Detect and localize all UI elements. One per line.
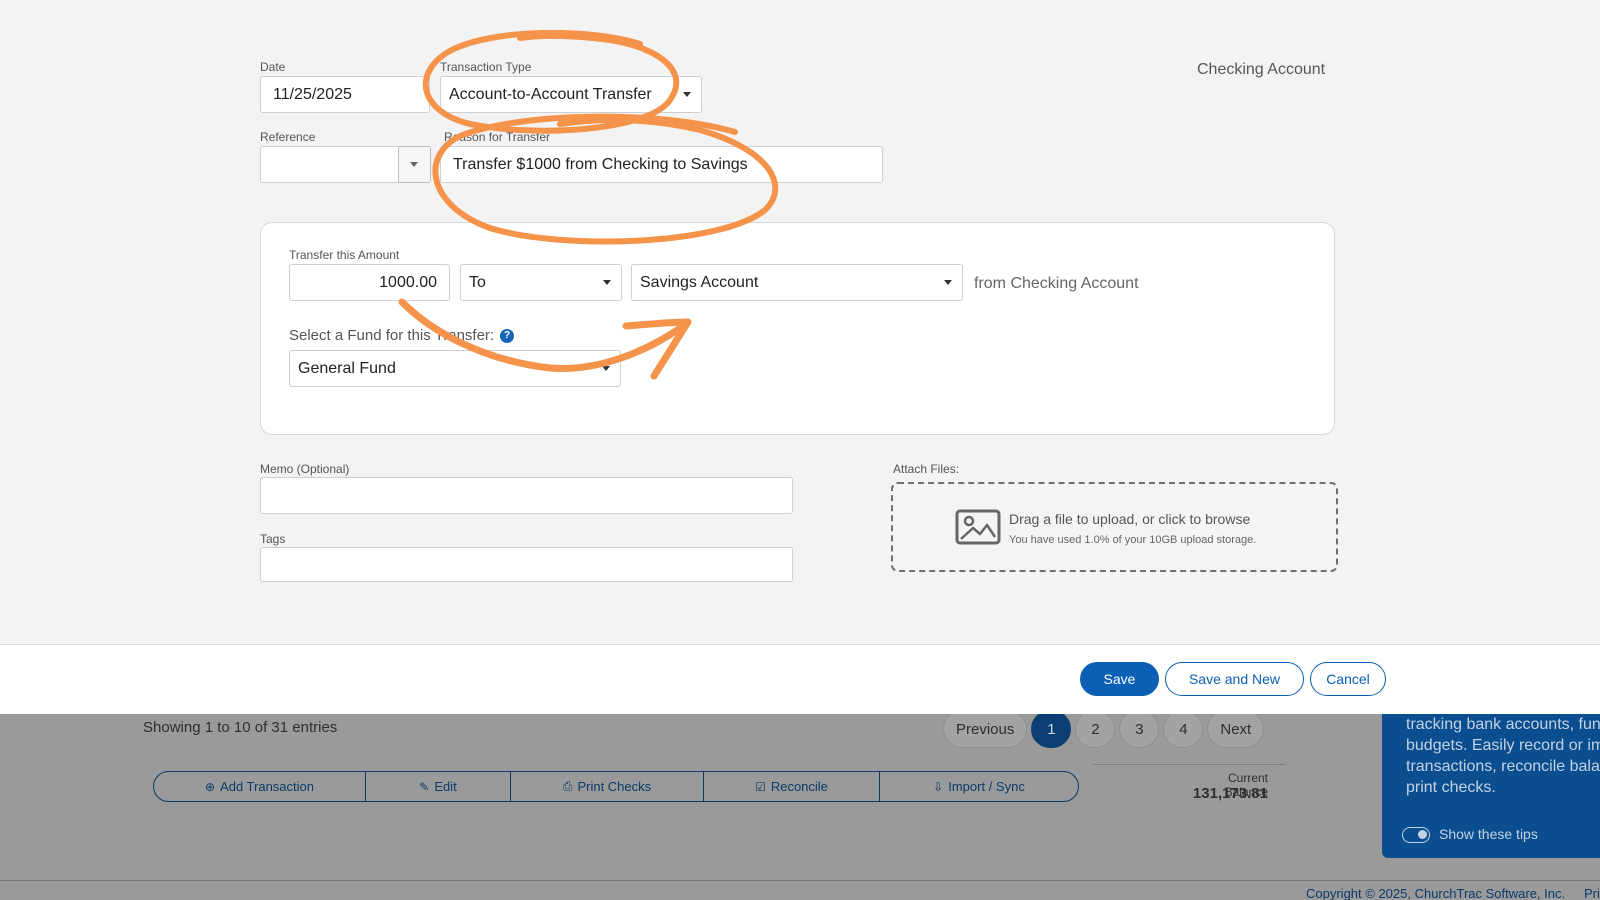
destination-account-select[interactable]: Savings Account (631, 264, 963, 301)
tips-panel: tracking bank accounts, fun budgets. Eas… (1382, 700, 1600, 858)
current-balance-value: 131,173.81 (1192, 785, 1268, 802)
chevron-down-icon (410, 161, 418, 167)
dropzone-storage-text: You have used 1.0% of your 10GB upload s… (1009, 534, 1257, 546)
help-icon[interactable]: ? (500, 328, 515, 343)
save-button[interactable]: Save (1080, 662, 1159, 696)
transaction-type-select[interactable]: Account-to-Account Transfer (440, 76, 702, 113)
chevron-down-icon (944, 279, 952, 285)
destination-account-value: Savings Account (640, 273, 759, 291)
entries-info: Showing 1 to 10 of 31 entries (143, 719, 338, 736)
print-checks-button[interactable]: ⎙ Print Checks (511, 772, 704, 801)
import-icon: ⇩ (933, 779, 944, 794)
fund-prompt: Select a Fund for this Transfer: ? (289, 327, 515, 344)
import-sync-label: Import / Sync (948, 779, 1025, 794)
transfer-amount-input[interactable]: 1000.00 (289, 264, 450, 301)
reference-dropdown-button[interactable] (398, 146, 431, 183)
add-transaction-label: Add Transaction (220, 779, 314, 794)
reference-label: Reference (260, 130, 316, 144)
reference-input[interactable] (260, 146, 399, 183)
transaction-actions-bar: ⊕ Add Transaction ✎ Edit ⎙ Print Checks … (153, 771, 1079, 802)
add-transaction-button[interactable]: ⊕ Add Transaction (154, 772, 366, 801)
chevron-down-icon (603, 279, 611, 285)
print-checks-label: Print Checks (577, 779, 652, 794)
transfer-amount-label: Transfer this Amount (289, 248, 400, 262)
toggle-switch-icon[interactable] (1402, 826, 1430, 843)
dropzone-main-text: Drag a file to upload, or click to brows… (1009, 511, 1251, 527)
edit-label: Edit (434, 779, 457, 794)
save-and-new-button[interactable]: Save and New (1165, 662, 1304, 696)
transaction-type-label: Transaction Type (440, 60, 532, 74)
from-account-text: from Checking Account (974, 275, 1139, 292)
edit-button[interactable]: ✎ Edit (366, 772, 511, 801)
chevron-down-icon (683, 91, 691, 97)
transaction-type-value: Account-to-Account Transfer (449, 85, 652, 103)
cancel-button[interactable]: Cancel (1310, 662, 1386, 696)
pagination-next[interactable]: Next (1207, 710, 1265, 748)
pagination: Previous 1 2 3 4 Next (943, 710, 1265, 748)
chevron-down-icon (602, 365, 610, 371)
memo-label: Memo (Optional) (260, 462, 350, 476)
balance-divider (1093, 764, 1285, 765)
fund-prompt-label: Select a Fund for this Transfer: (289, 327, 495, 344)
date-label: Date (260, 60, 286, 74)
transaction-modal: Date 11/25/2025 Transaction Type Account… (0, 0, 1600, 714)
file-dropzone[interactable]: Drag a file to upload, or click to brows… (891, 482, 1338, 572)
edit-icon: ✎ (419, 779, 430, 794)
tags-input[interactable] (260, 547, 793, 582)
pagination-page-2[interactable]: 2 (1075, 710, 1116, 748)
printer-icon: ⎙ (562, 779, 573, 793)
fund-value: General Fund (298, 359, 396, 377)
copyright-text: Copyright © 2025, ChurchTrac Software, I… (1306, 886, 1566, 900)
image-icon (955, 509, 1001, 545)
transfer-direction-select[interactable]: To (460, 264, 622, 301)
plus-circle-icon: ⊕ (204, 779, 216, 794)
checkbox-icon: ☑ (755, 779, 766, 794)
account-title: Checking Account (1197, 61, 1326, 78)
pagination-previous[interactable]: Previous (943, 710, 1028, 748)
show-tips-label: Show these tips (1439, 826, 1538, 842)
footer-divider (0, 880, 1600, 881)
pagination-page-3[interactable]: 3 (1119, 710, 1160, 748)
tips-text: tracking bank accounts, fun budgets. Eas… (1406, 716, 1600, 796)
attach-files-label: Attach Files: (893, 462, 960, 476)
memo-input[interactable] (260, 477, 793, 514)
transfer-direction-value: To (469, 273, 486, 291)
reconcile-label: Reconcile (770, 779, 828, 794)
fund-select[interactable]: General Fund (289, 350, 621, 387)
reason-label: Reason for Transfer (444, 130, 551, 144)
show-tips-toggle[interactable]: Show these tips (1402, 824, 1538, 845)
reconcile-button[interactable]: ☑ Reconcile (704, 772, 880, 801)
pagination-page-4[interactable]: 4 (1163, 710, 1204, 748)
tags-label: Tags (260, 532, 286, 546)
reason-input[interactable]: Transfer $1000 from Checking to Savings (440, 146, 883, 183)
privacy-link[interactable]: Pri (1584, 886, 1600, 900)
import-sync-button[interactable]: ⇩ Import / Sync (880, 772, 1078, 801)
pagination-page-1[interactable]: 1 (1031, 710, 1072, 748)
date-input[interactable]: 11/25/2025 (260, 76, 430, 113)
